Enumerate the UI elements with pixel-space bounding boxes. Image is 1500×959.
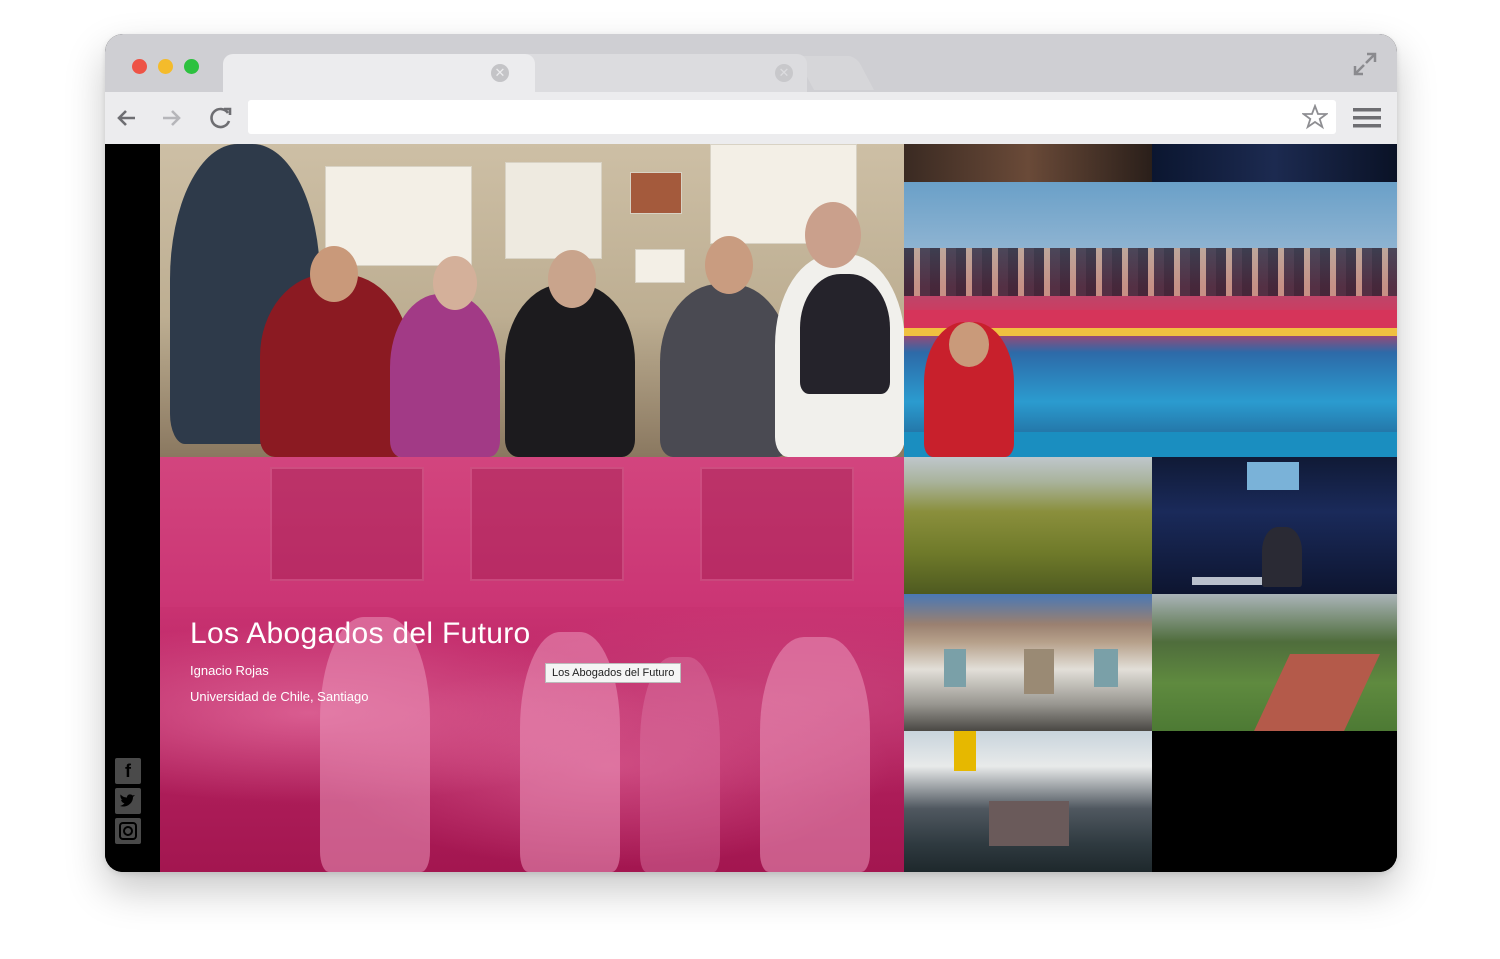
tab-close-icon[interactable]: ✕	[491, 64, 509, 82]
page-content: f Los Abogados del Futuro Ignacio Rojas …	[105, 144, 1397, 872]
building-window	[270, 467, 424, 581]
person	[390, 294, 500, 457]
title-tooltip: Los Abogados del Futuro	[545, 663, 682, 683]
protester-figure	[320, 617, 430, 872]
keyboard	[1192, 577, 1262, 585]
carnival-riders	[904, 248, 1397, 296]
project-tile-field[interactable]	[904, 457, 1152, 594]
protester-figure	[760, 637, 870, 872]
project-tile-house[interactable]	[904, 594, 1152, 731]
featured-title[interactable]: Los Abogados del Futuro	[190, 617, 530, 651]
new-tab-button[interactable]	[795, 56, 875, 90]
expand-icon[interactable]	[1351, 50, 1379, 78]
address-bar[interactable]	[248, 100, 1336, 134]
project-tile-carnival[interactable]	[904, 182, 1397, 457]
url-input[interactable]	[248, 100, 1302, 134]
person-head	[548, 250, 596, 308]
reload-icon[interactable]	[207, 104, 235, 132]
stage-screen	[1247, 462, 1299, 490]
featured-place: Universidad de Chile, Santiago	[190, 689, 369, 704]
browser-tab-active[interactable]: ✕	[223, 54, 535, 92]
hamburger-menu-icon[interactable]	[1353, 106, 1381, 130]
project-tile-stage[interactable]	[1152, 457, 1397, 594]
poster	[630, 172, 682, 214]
window	[1094, 649, 1118, 687]
project-tile-hunger-strike[interactable]	[160, 144, 904, 457]
raft-people	[989, 801, 1069, 846]
arrow-left-icon[interactable]	[113, 104, 141, 132]
featured-author: Ignacio Rojas	[190, 663, 269, 678]
person	[660, 284, 790, 457]
browser-tab[interactable]: ✕	[517, 54, 807, 92]
minimize-window-button[interactable]	[158, 59, 173, 74]
close-window-button[interactable]	[132, 59, 147, 74]
tab-close-icon[interactable]: ✕	[775, 64, 793, 82]
browser-titlebar: ✕ ✕	[105, 34, 1397, 92]
person-head	[705, 236, 753, 294]
vest	[800, 274, 890, 394]
arrow-right-icon[interactable]	[157, 104, 185, 132]
person-head	[433, 256, 477, 310]
browser-window: ✕ ✕ f Los Abogados del Futuro Ignacio Ro…	[105, 34, 1397, 872]
person-head	[949, 322, 989, 367]
person	[505, 284, 635, 457]
paper-sheet	[505, 162, 602, 259]
person-head	[805, 202, 861, 268]
twitter-icon[interactable]	[115, 788, 141, 814]
star-icon[interactable]	[1302, 104, 1328, 130]
performer	[1262, 527, 1302, 587]
instagram-icon[interactable]	[115, 818, 141, 844]
building-window	[470, 467, 624, 581]
project-tile[interactable]	[904, 144, 1152, 182]
social-sidebar: f	[105, 144, 160, 872]
project-tile-boat[interactable]	[904, 731, 1152, 872]
protester-figure	[640, 657, 720, 872]
funnel	[954, 731, 976, 771]
empty-tile	[1152, 731, 1397, 872]
project-tile[interactable]	[1152, 144, 1397, 182]
project-tile-park[interactable]	[1152, 594, 1397, 731]
window	[944, 649, 966, 687]
featured-project-tile[interactable]: Los Abogados del Futuro Ignacio Rojas Un…	[160, 457, 904, 872]
browser-toolbar	[105, 92, 1397, 144]
building-window	[700, 467, 854, 581]
door	[1024, 649, 1054, 694]
path	[1254, 654, 1380, 731]
maximize-window-button[interactable]	[184, 59, 199, 74]
person-head	[310, 246, 358, 302]
paper-sheet	[635, 249, 685, 283]
facebook-icon[interactable]: f	[115, 758, 141, 784]
